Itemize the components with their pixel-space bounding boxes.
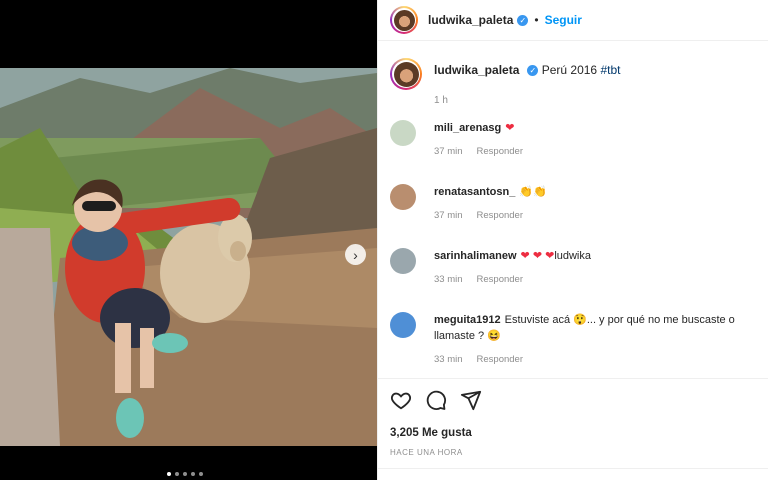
caption-time: 1 h [434,95,448,106]
comment-body: mili_arenasg ❤ [434,120,757,136]
chevron-right-icon: › [353,246,358,263]
comment-username[interactable]: mili_arenasg [434,122,501,134]
carousel-dot [191,472,195,476]
reply-button[interactable]: Responder [477,146,523,157]
verified-badge-icon: ✓ [527,65,539,77]
reply-button[interactable]: Responder [477,354,523,365]
caption-body: Perú 2016 [541,63,598,77]
avatar[interactable] [390,6,418,34]
comment-meta: 37 min Responder [434,210,757,221]
comment-meta: 37 min Responder [434,146,757,157]
comment-username[interactable]: meguita1912 [434,314,501,326]
separator-dot: • [534,13,539,27]
comment-emoji: 👏👏 [519,186,547,198]
comment-text: ludwika [554,250,591,262]
reply-button[interactable]: Responder [477,274,523,285]
caption-hashtag[interactable]: #tbt [600,63,620,77]
speech-bubble-icon[interactable] [425,389,447,411]
comment-item: sarinhalimanew ❤ ❤ ❤ludwika 33 min Responde… [390,248,757,285]
comment-item: mili_arenasg ❤ 37 min Responder [390,120,757,157]
caption-text: ludwika_paleta ✓ Perú 2016 #tbt [434,58,757,77]
comment-emoji: ❤ ❤ ❤ [520,250,555,262]
follow-button[interactable]: Seguir [545,13,582,27]
comment-username[interactable]: renatasantosn_ [434,186,515,198]
comment-item: renatasantosn_ 👏👏 37 min Responder [390,184,757,221]
like-count[interactable]: 3,205 Me gusta [378,411,768,439]
comment-time: 33 min [434,274,463,285]
comment-time: 33 min [434,354,463,365]
post-actions-area: 3,205 Me gusta HACE UNA HORA [378,378,768,457]
carousel-dot [199,472,203,476]
paper-plane-icon[interactable] [460,389,482,411]
next-image-button[interactable]: › [345,244,366,265]
heart-outline-icon[interactable] [390,389,412,411]
comment-meta: 33 min Responder [434,274,757,285]
comment-time: 37 min [434,210,463,221]
comment-username[interactable]: sarinhalimanew [434,250,517,262]
comment-body: meguita1912 Estuviste acá 😲... y por qué … [434,312,757,344]
action-bar [378,379,768,411]
avatar[interactable] [390,184,416,210]
post-caption: ludwika_paleta ✓ Perú 2016 #tbt 1 h [390,58,757,106]
comment-emoji: ❤ [505,122,515,134]
caption-avatar[interactable] [390,58,422,90]
avatar[interactable] [390,312,416,338]
post-media: › [0,0,377,480]
comment-item: meguita1912 Estuviste acá 😲... y por qué … [390,312,757,365]
avatar[interactable] [390,120,416,146]
carousel-dot [167,472,171,476]
comment-time: 37 min [434,146,463,157]
comment-body: renatasantosn_ 👏👏 [434,184,757,200]
post-header: ludwika_paleta ✓ • Seguir [378,0,768,41]
comment-body: sarinhalimanew ❤ ❤ ❤ludwika [434,248,757,264]
post-timestamp: HACE UNA HORA [390,448,463,457]
post-photo[interactable] [0,68,377,446]
verified-badge-icon: ✓ [517,14,529,26]
comment-meta: 33 min Responder [434,354,757,365]
carousel-dot [183,472,187,476]
avatar[interactable] [390,248,416,274]
divider [378,468,768,469]
post-detail-panel: ludwika_paleta ✓ • Seguir ludwika_paleta… [377,0,768,480]
caption-username[interactable]: ludwika_paleta [434,63,519,77]
carousel-dot [175,472,179,476]
reply-button[interactable]: Responder [477,210,523,221]
author-username[interactable]: ludwika_paleta [428,13,513,27]
carousel-indicator [167,472,203,476]
